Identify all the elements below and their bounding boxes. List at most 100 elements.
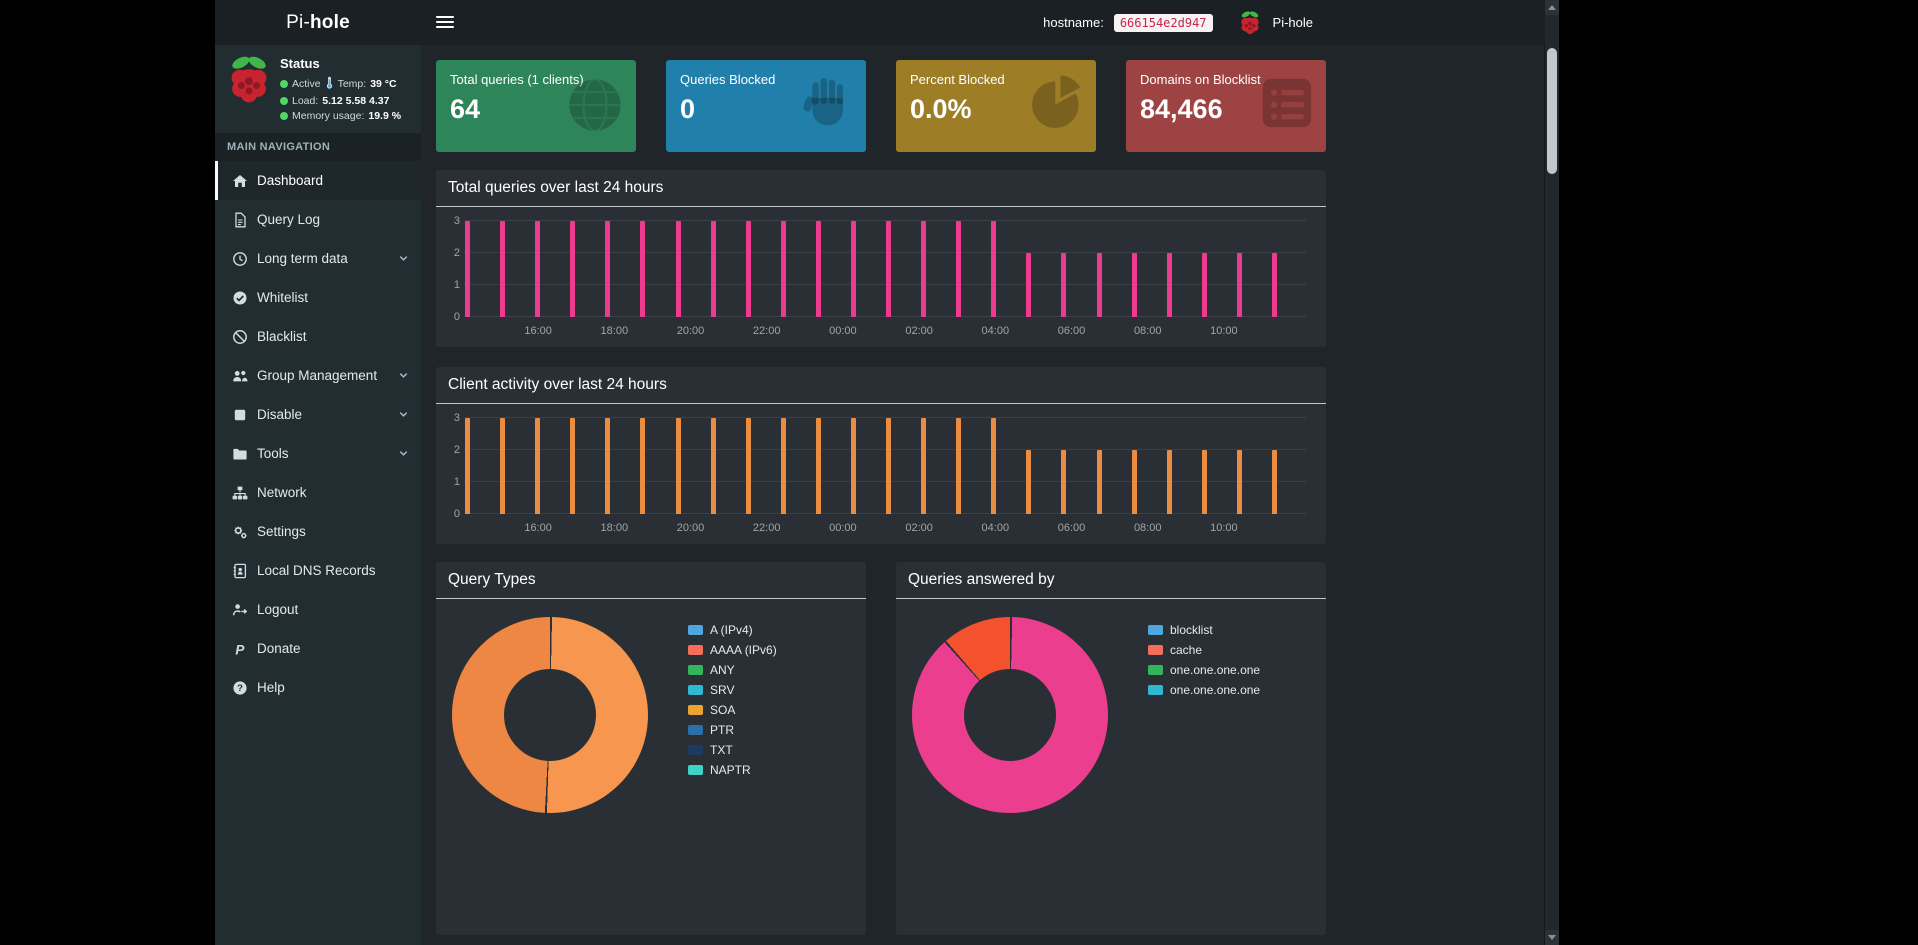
bar <box>1271 253 1277 317</box>
bar <box>921 221 927 317</box>
paypal-icon: P <box>235 642 245 657</box>
brand-logo[interactable]: Pi-hole <box>215 0 421 45</box>
sidebar-link-help[interactable]: ? Help <box>215 668 421 707</box>
sidebar-item-label: Group Management <box>257 368 378 383</box>
legend-swatch <box>688 765 703 775</box>
total-queries-chart[interactable]: 16:00 18:00 20:00 22:00 00:00 02:00 04:00 06:00… <box>464 220 1306 337</box>
bar <box>850 418 856 514</box>
bar <box>956 221 962 317</box>
sidebar-link-local-dns-records[interactable]: Local DNS Records <box>215 551 421 590</box>
gridline <box>464 417 1306 418</box>
temp-label: Temp: <box>337 78 367 90</box>
gears-icon <box>234 526 247 538</box>
sidebar-link-settings[interactable]: Settings <box>215 512 421 551</box>
hostname-label: hostname: <box>1043 15 1104 30</box>
status-line-load: Load: 5.12 5.58 4.37 <box>280 95 401 107</box>
bar <box>1131 253 1137 317</box>
chevron-down-icon <box>399 373 408 378</box>
legend-label: blocklist <box>1170 623 1213 637</box>
navbar-right: hostname: 666154e2d947 Pi-hole <box>1043 0 1313 45</box>
hand-icon <box>796 72 858 139</box>
clock-icon <box>233 251 247 266</box>
list-icon <box>1256 72 1318 139</box>
x-tick-label: 00:00 <box>829 325 857 337</box>
legend-swatch <box>688 725 703 735</box>
sidebar-item-long-term-data: Long term data <box>215 239 421 278</box>
sidebar-link-tools[interactable]: Tools <box>215 434 421 473</box>
x-tick-label: 00:00 <box>829 522 857 534</box>
legend-item[interactable]: SRV <box>688 683 777 697</box>
bar <box>570 221 576 317</box>
sidebar-link-long-term-data[interactable]: Long term data <box>215 239 421 278</box>
bar <box>500 418 506 514</box>
stop-icon <box>234 409 246 420</box>
legend-swatch <box>1148 625 1163 635</box>
sidebar-item-help: ? Help <box>215 668 421 707</box>
scrollbar[interactable] <box>1544 0 1559 945</box>
query-types-chart[interactable] <box>452 617 648 813</box>
status-active-label: Active <box>292 78 321 90</box>
y-axis: 0 1 2 3 <box>446 215 464 323</box>
legend-item[interactable]: NAPTR <box>688 763 777 777</box>
card-total-queries: Total queries (1 clients) 64 <box>436 60 636 152</box>
legend-swatch <box>688 625 703 635</box>
sidebar-link-group-management[interactable]: Group Management <box>215 356 421 395</box>
sidebar-item-label: Long term data <box>257 251 348 266</box>
query-types-legend: A (IPv4) AAAA (IPv6) ANY SRV SOA PTR TXT NAPTR <box>688 623 777 813</box>
bar <box>640 418 646 514</box>
status-line-active: Active Temp: 39 °C <box>280 76 401 92</box>
sidebar-item-donate: P Donate <box>215 629 421 668</box>
legend-item[interactable]: A (IPv4) <box>688 623 777 637</box>
legend-item[interactable]: TXT <box>688 743 777 757</box>
sidebar-link-disable[interactable]: Disable <box>215 395 421 434</box>
legend-item[interactable]: blocklist <box>1148 623 1260 637</box>
sidebar-link-blacklist[interactable]: Blacklist <box>215 317 421 356</box>
queries-answered-by-chart[interactable] <box>912 617 1108 813</box>
legend-item[interactable]: one.one.one.one <box>1148 663 1260 677</box>
file-icon <box>235 212 246 227</box>
globe-icon <box>562 72 628 143</box>
panel-queries-answered-by: Queries answered by blocklist cache one.on… <box>896 562 1326 935</box>
panel-title: Queries answered by <box>896 562 1326 599</box>
bar <box>605 221 611 317</box>
legend-item[interactable]: ANY <box>688 663 777 677</box>
sidebar-link-logout[interactable]: Logout <box>215 590 421 629</box>
x-tick-label: 04:00 <box>981 522 1010 534</box>
legend-item[interactable]: PTR <box>688 723 777 737</box>
scroll-up-button[interactable] <box>1545 0 1559 15</box>
sidebar-link-query-log[interactable]: Query Log <box>215 200 421 239</box>
folder-icon <box>233 448 247 459</box>
sidebar-item-dashboard: Dashboard <box>215 161 421 200</box>
sidebar-toggle-button[interactable] <box>436 16 454 29</box>
legend-item[interactable]: SOA <box>688 703 777 717</box>
sidebar-link-network[interactable]: Network <box>215 473 421 512</box>
bar <box>815 221 821 317</box>
legend-item[interactable]: cache <box>1148 643 1260 657</box>
bar <box>710 418 716 514</box>
legend-label: cache <box>1170 643 1203 657</box>
legend-item[interactable]: one.one.one.one <box>1148 683 1260 697</box>
bar <box>850 221 856 317</box>
top-navbar: Pi-hole hostname: 666154e2d947 Pi-hole <box>215 0 1545 45</box>
panel-total-queries: Total queries over last 24 hours 0 1 2 3 16… <box>436 170 1326 347</box>
y-tick-label: 0 <box>453 508 460 520</box>
client-activity-chart[interactable]: 16:00 18:00 20:00 22:00 00:00 02:00 04:00 06:00… <box>464 417 1306 534</box>
sidebar-link-whitelist[interactable]: Whitelist <box>215 278 421 317</box>
question-circle-icon: ? <box>233 680 247 695</box>
y-tick-label: 1 <box>453 476 460 489</box>
legend-item[interactable]: AAAA (IPv6) <box>688 643 777 657</box>
panel-query-types: Query Types A (IPv4) AAAA (IPv6) ANY SRV SOA… <box>436 562 866 935</box>
bar <box>1236 450 1242 514</box>
sidebar-link-dashboard[interactable]: Dashboard <box>215 161 421 200</box>
sidebar-item-logout: Logout <box>215 590 421 629</box>
sidebar-menu: Dashboard Query Log Long term data White… <box>215 161 421 707</box>
scroll-down-button[interactable] <box>1545 930 1559 945</box>
sidebar-item-label: Network <box>257 485 307 500</box>
bar <box>465 418 470 514</box>
status-box: Status Active Temp: 39 °C Load: 5.12 5.5… <box>215 45 421 133</box>
bar <box>1166 253 1172 317</box>
legend-swatch <box>688 745 703 755</box>
scrollbar-thumb[interactable] <box>1547 48 1557 174</box>
sidebar-link-donate[interactable]: P Donate <box>215 629 421 668</box>
sidebar-item-label: Help <box>257 680 285 695</box>
